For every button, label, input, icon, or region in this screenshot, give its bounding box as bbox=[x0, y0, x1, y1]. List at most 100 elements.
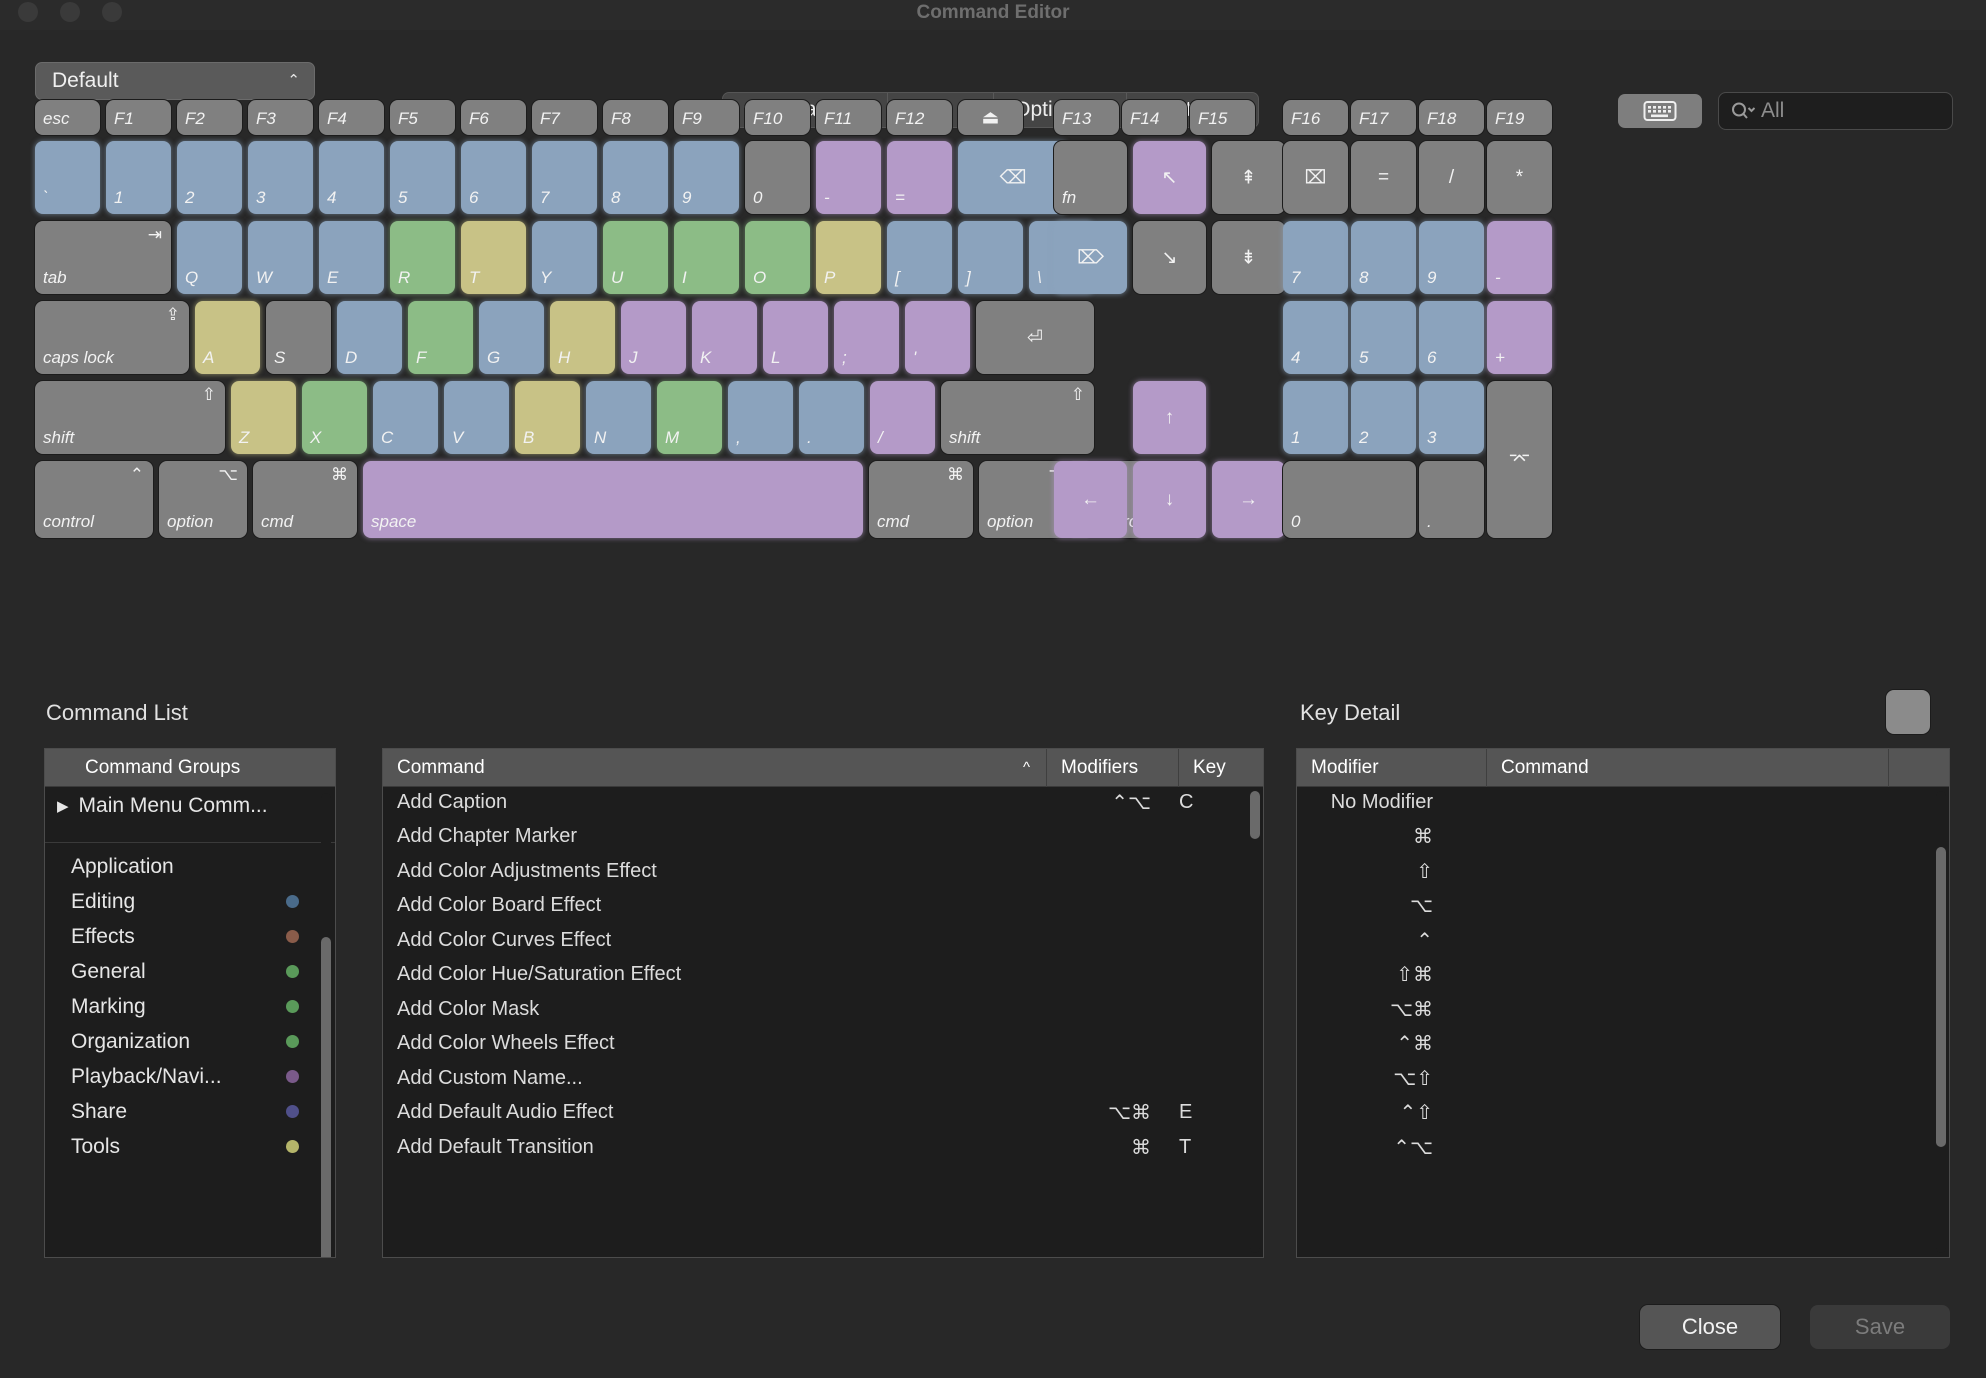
table-row[interactable]: Add Custom Name... bbox=[383, 1061, 1249, 1096]
key-detail-table[interactable]: Modifier Command No Modifier ⌘ ⇧ ⌥ ⌃ ⇧⌘ ⌥⌘ ⌃⌘ ⌥⇧… bbox=[1296, 748, 1950, 1258]
command-groups-list[interactable]: Application Editing Effects General Marking O… bbox=[45, 849, 335, 1164]
key-detail-rows[interactable]: No Modifier ⌘ ⇧ ⌥ ⌃ ⇧⌘ ⌥⌘ ⌃⌘ ⌥⇧ ⌃⇧ ⌃⌥ bbox=[1297, 785, 1935, 1257]
key-main-17[interactable]: E bbox=[319, 221, 384, 294]
tree-root-label[interactable]: Main Menu Comm... bbox=[79, 794, 268, 818]
key-numpad-7[interactable]: - bbox=[1487, 221, 1552, 294]
key-numpad-4[interactable]: 7 bbox=[1283, 221, 1348, 294]
table-row[interactable]: ⌥ bbox=[1297, 889, 1935, 924]
column-header-modifier[interactable]: Modifier bbox=[1297, 749, 1487, 787]
key-main-20[interactable]: Y bbox=[532, 221, 597, 294]
command-groups-scrollbar[interactable] bbox=[321, 793, 331, 1257]
table-row[interactable]: ⇧⌘ bbox=[1297, 958, 1935, 993]
key-fn-9[interactable]: F9 bbox=[674, 100, 739, 135]
key-fn-13[interactable]: ⏏ bbox=[958, 100, 1023, 135]
key-main-21[interactable]: U bbox=[603, 221, 668, 294]
key-nav-5[interactable]: ⇟ bbox=[1212, 221, 1285, 294]
key-main-33[interactable]: G bbox=[479, 301, 544, 374]
key-main-3[interactable]: 3 bbox=[248, 141, 313, 214]
key-nav-1[interactable]: ↖ bbox=[1133, 141, 1206, 214]
key-main-43[interactable]: X bbox=[302, 381, 367, 454]
key-numpad-17[interactable]: . bbox=[1419, 461, 1484, 538]
key-main-42[interactable]: Z bbox=[231, 381, 296, 454]
table-row[interactable]: Add Default Transition ⌘ T bbox=[383, 1130, 1249, 1165]
table-row[interactable]: ⌃⌘ bbox=[1297, 1027, 1935, 1062]
key-fn-12[interactable]: F12 bbox=[887, 100, 952, 135]
key-main-40[interactable]: ⏎ bbox=[976, 301, 1094, 374]
table-row[interactable]: Add Chapter Marker bbox=[383, 820, 1249, 855]
key-fn-4[interactable]: F4 bbox=[319, 100, 384, 135]
table-row[interactable]: Add Color Mask bbox=[383, 992, 1249, 1027]
key-fn-7[interactable]: F7 bbox=[532, 100, 597, 135]
key-main-8[interactable]: 8 bbox=[603, 141, 668, 214]
key-numpad-6[interactable]: 9 bbox=[1419, 221, 1484, 294]
key-numpad-13[interactable]: 2 bbox=[1351, 381, 1416, 454]
key-main-23[interactable]: O bbox=[745, 221, 810, 294]
column-header-modifiers[interactable]: Modifiers bbox=[1047, 749, 1179, 787]
key-fn-11[interactable]: F11 bbox=[816, 100, 881, 135]
key-main-45[interactable]: V bbox=[444, 381, 509, 454]
command-groups-scroll-thumb[interactable] bbox=[321, 937, 331, 1257]
key-main-1[interactable]: 1 bbox=[106, 141, 171, 214]
key-fn-19[interactable]: F18 bbox=[1419, 100, 1484, 135]
command-table-scroll-thumb[interactable] bbox=[1250, 791, 1260, 839]
key-numpad-0[interactable]: ⌧ bbox=[1283, 141, 1348, 214]
key-nav-3[interactable]: ⌦ bbox=[1054, 221, 1127, 294]
table-row[interactable]: ⌃⌥ bbox=[1297, 1130, 1935, 1165]
key-main-48[interactable]: M bbox=[657, 381, 722, 454]
command-group-item-8[interactable]: Tools bbox=[45, 1129, 335, 1164]
key-numpad-10[interactable]: 6 bbox=[1419, 301, 1484, 374]
key-main-22[interactable]: I bbox=[674, 221, 739, 294]
key-main-50[interactable]: . bbox=[799, 381, 864, 454]
key-main-46[interactable]: B bbox=[515, 381, 580, 454]
key-main-29[interactable]: A bbox=[195, 301, 260, 374]
key-detail-scroll-thumb[interactable] bbox=[1936, 847, 1946, 1147]
key-fn-17[interactable]: F16 bbox=[1283, 100, 1348, 135]
key-main-44[interactable]: C bbox=[373, 381, 438, 454]
key-main-14[interactable]: ⇥ tab bbox=[35, 221, 171, 294]
key-fn-18[interactable]: F17 bbox=[1351, 100, 1416, 135]
key-main-53[interactable]: ⌃ control bbox=[35, 461, 153, 538]
key-fn-5[interactable]: F5 bbox=[390, 100, 455, 135]
key-main-36[interactable]: K bbox=[692, 301, 757, 374]
key-fn-3[interactable]: F3 bbox=[248, 100, 313, 135]
table-row[interactable]: ⌃ bbox=[1297, 923, 1935, 958]
key-main-49[interactable]: , bbox=[728, 381, 793, 454]
table-row[interactable]: Add Color Hue/Saturation Effect bbox=[383, 958, 1249, 993]
table-row[interactable]: ⌃⇧ bbox=[1297, 1096, 1935, 1131]
key-fn-1[interactable]: F1 bbox=[106, 100, 171, 135]
command-group-item-6[interactable]: Playback/Navi... bbox=[45, 1059, 335, 1094]
table-row[interactable]: Add Caption ⌃⌥ C bbox=[383, 785, 1249, 820]
key-nav-7[interactable]: ← bbox=[1054, 461, 1127, 538]
key-main-30[interactable]: S bbox=[266, 301, 331, 374]
key-detail-scrollbar[interactable] bbox=[1936, 791, 1946, 1253]
key-main-11[interactable]: - bbox=[816, 141, 881, 214]
key-main-39[interactable]: ' bbox=[905, 301, 970, 374]
key-numpad-1[interactable]: = bbox=[1351, 141, 1416, 214]
command-group-item-1[interactable]: Editing bbox=[45, 884, 335, 919]
key-nav-6[interactable]: ↑ bbox=[1133, 381, 1206, 454]
key-main-52[interactable]: ⇧ shift bbox=[941, 381, 1094, 454]
key-fn-8[interactable]: F8 bbox=[603, 100, 668, 135]
command-group-item-0[interactable]: Application bbox=[45, 849, 335, 884]
close-button[interactable]: Close bbox=[1640, 1305, 1780, 1349]
key-numpad-16[interactable]: 0 bbox=[1283, 461, 1416, 538]
table-row[interactable]: ⌥⌘ bbox=[1297, 992, 1935, 1027]
key-main-51[interactable]: / bbox=[870, 381, 935, 454]
key-main-56[interactable]: space bbox=[363, 461, 863, 538]
key-fn-20[interactable]: F19 bbox=[1487, 100, 1552, 135]
key-main-10[interactable]: 0 bbox=[745, 141, 810, 214]
key-numpad-5[interactable]: 8 bbox=[1351, 221, 1416, 294]
key-nav-4[interactable]: ↘ bbox=[1133, 221, 1206, 294]
key-main-38[interactable]: ; bbox=[834, 301, 899, 374]
command-group-item-4[interactable]: Marking bbox=[45, 989, 335, 1024]
key-fn-6[interactable]: F6 bbox=[461, 100, 526, 135]
key-main-37[interactable]: L bbox=[763, 301, 828, 374]
command-table-scrollbar[interactable] bbox=[1250, 791, 1260, 1253]
key-main-31[interactable]: D bbox=[337, 301, 402, 374]
key-numpad-8[interactable]: 4 bbox=[1283, 301, 1348, 374]
key-numpad-11[interactable]: + bbox=[1487, 301, 1552, 374]
key-main-32[interactable]: F bbox=[408, 301, 473, 374]
command-rows[interactable]: Add Caption ⌃⌥ C Add Chapter Marker Add Colo… bbox=[383, 785, 1249, 1257]
command-group-item-2[interactable]: Effects bbox=[45, 919, 335, 954]
key-numpad-2[interactable]: / bbox=[1419, 141, 1484, 214]
